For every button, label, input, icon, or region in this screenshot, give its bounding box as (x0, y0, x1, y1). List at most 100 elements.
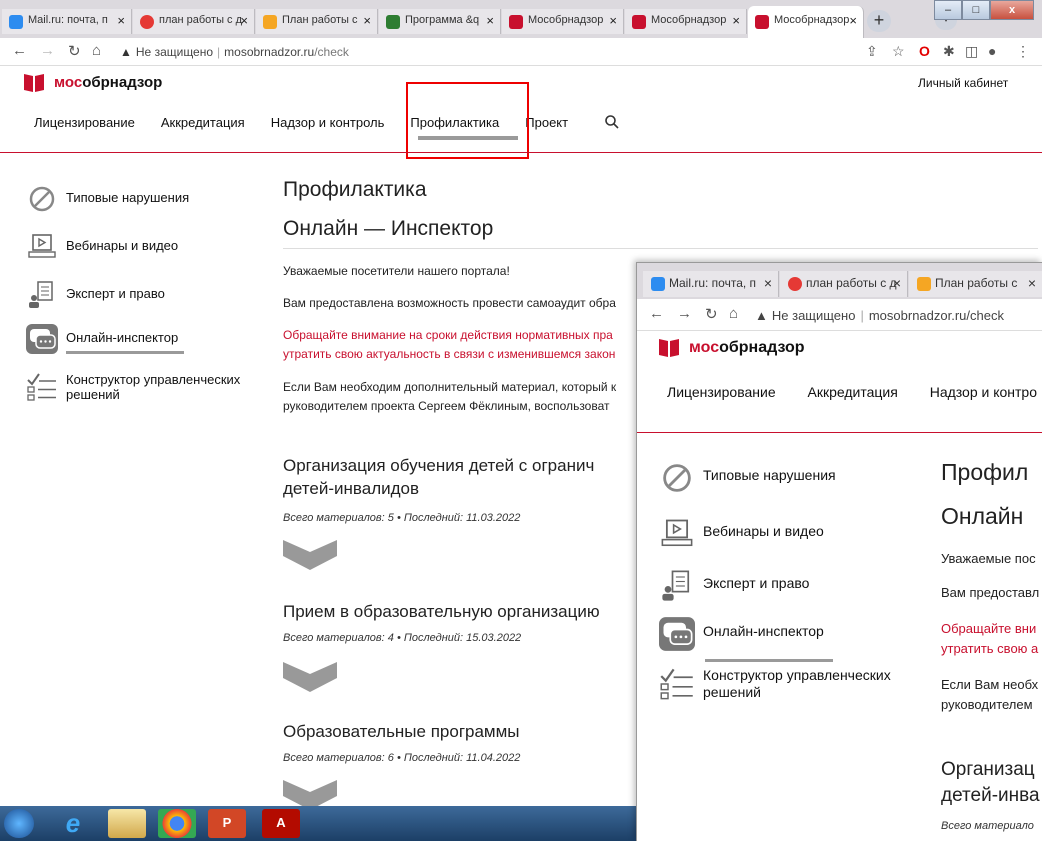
close-tab-icon[interactable]: × (486, 13, 494, 28)
page-subtitle: Онлайн (941, 503, 1024, 529)
nav-licensing[interactable]: Лицензирование (34, 115, 135, 130)
page-title: Профил (941, 459, 1029, 485)
sidebar-item-online-inspector[interactable]: Онлайн-инспектор (26, 324, 178, 354)
back-icon[interactable]: ← (12, 42, 27, 59)
intro-text: Вам предоставл (941, 585, 1040, 600)
personal-cabinet-link[interactable]: Личный кабинет (918, 76, 1008, 90)
checklist-icon (27, 373, 56, 401)
browser-tab[interactable]: план работы с д × (133, 9, 255, 34)
extensions-icon[interactable]: ✱ (943, 43, 955, 60)
sidebar-item-expert[interactable]: Эксперт и право (659, 569, 809, 603)
intro-text: Если Вам необходим дополнительный матери… (283, 380, 617, 394)
chrome-icon[interactable] (158, 809, 196, 838)
browser-tab[interactable]: План работы с × (256, 9, 378, 34)
yandex-icon (140, 15, 154, 29)
sidebar-item-online-inspector[interactable]: Онлайн-инспектор (659, 617, 824, 651)
close-tab-icon[interactable]: × (764, 275, 772, 291)
chevron-down-icon[interactable] (283, 662, 337, 692)
browser-tab[interactable]: План работы с × (909, 271, 1042, 297)
nav-supervision[interactable]: Надзор и контро (930, 384, 1037, 400)
section-title[interactable]: Организац (941, 759, 1035, 781)
close-tab-icon[interactable]: × (363, 13, 371, 28)
browser-tab[interactable]: план работы с д × (780, 271, 908, 297)
close-tab-icon[interactable]: × (849, 13, 857, 28)
sidebar-item-constructor[interactable]: Конструктор управленческих решений (659, 667, 891, 701)
chat-icon (26, 324, 58, 354)
active-sidebar-indicator (705, 659, 833, 662)
close-tab-icon[interactable]: × (1028, 275, 1036, 291)
ie-icon[interactable]: e (54, 809, 92, 838)
warning-icon: ▲ (755, 308, 768, 323)
chevron-down-icon[interactable] (283, 780, 337, 806)
chat-icon (659, 617, 695, 651)
site-logo[interactable]: мособрнадзор (24, 74, 162, 91)
acrobat-icon[interactable]: A (262, 809, 300, 838)
mosobr-icon (509, 15, 523, 29)
warning-text: утратить свою а (941, 641, 1039, 656)
forward-icon[interactable]: → (40, 42, 55, 59)
sidebar-item-violations[interactable]: Типовые нарушения (659, 461, 836, 495)
close-window-button[interactable]: x (990, 0, 1034, 20)
maximize-button[interactable]: □ (962, 0, 990, 20)
browser-tab[interactable]: Мособрнадзор × (625, 9, 747, 34)
browser-tab[interactable]: Mail.ru: почта, п × (2, 9, 132, 34)
site-logo[interactable]: мособрнадзор (659, 339, 805, 357)
search-icon[interactable] (604, 114, 620, 130)
home-icon[interactable]: ⌂ (92, 42, 101, 59)
browser-tab-active[interactable]: Мособрнадзор × (748, 6, 864, 38)
section-title[interactable]: Прием в образовательную организацию (283, 602, 600, 622)
sidebar-item-expert[interactable]: Эксперт и право (26, 280, 165, 310)
expert-icon (662, 570, 690, 601)
start-button[interactable] (4, 809, 34, 838)
subtitle-divider (283, 248, 1038, 249)
sidebar-item-constructor[interactable]: Конструктор управленческих решений (26, 372, 240, 402)
section-title[interactable]: детей-инва (941, 785, 1040, 807)
nav-licensing[interactable]: Лицензирование (667, 384, 776, 400)
sidepanel-icon[interactable]: ◫ (965, 43, 978, 60)
share-icon[interactable]: ⇪ (866, 43, 878, 60)
close-tab-icon[interactable]: × (893, 275, 901, 291)
powerpoint-icon[interactable]: P (208, 809, 246, 838)
chevron-down-icon[interactable] (283, 540, 337, 570)
checklist-icon (660, 668, 693, 700)
url-field[interactable]: ▲ Не защищено | mosobrnadzor.ru/check (755, 308, 1004, 323)
mailru-icon (9, 15, 23, 29)
close-tab-icon[interactable]: × (732, 13, 740, 28)
sidebar-item-webinars[interactable]: Вебинары и видео (659, 517, 824, 551)
close-tab-icon[interactable]: × (240, 13, 248, 28)
opera-icon[interactable]: O (919, 43, 930, 59)
new-tab-button[interactable]: + (867, 10, 891, 32)
close-tab-icon[interactable]: × (117, 13, 125, 28)
tab-strip: Mail.ru: почта, п × план работы с д × План… (0, 0, 1042, 38)
sidebar-item-webinars[interactable]: Вебинары и видео (26, 232, 178, 262)
avatar[interactable]: ● (988, 43, 996, 59)
star-icon[interactable]: ☆ (892, 43, 905, 60)
forward-icon[interactable]: → (677, 305, 692, 322)
home-icon[interactable]: ⌂ (729, 305, 738, 322)
browser-tab[interactable]: Mail.ru: почта, п × (643, 271, 779, 297)
nav-accreditation[interactable]: Аккредитация (808, 384, 898, 400)
explorer-icon[interactable] (108, 809, 146, 838)
close-tab-icon[interactable]: × (609, 13, 617, 28)
minimize-button[interactable]: – (934, 0, 962, 20)
forbidden-icon (663, 464, 691, 492)
reload-icon[interactable]: ↻ (705, 305, 718, 323)
reload-icon[interactable]: ↻ (68, 42, 81, 60)
nav-accreditation[interactable]: Аккредитация (161, 115, 245, 130)
url-field[interactable]: ▲ Не защищено | mosobrnadzor.ru/check (120, 45, 349, 59)
section-title[interactable]: Образовательные программы (283, 722, 520, 742)
nav-project[interactable]: Проект (525, 115, 568, 130)
doc-icon (263, 15, 277, 29)
doc-icon (917, 277, 931, 291)
nav-supervision[interactable]: Надзор и контроль (271, 115, 385, 130)
window-controls: – □ x (934, 0, 1034, 22)
section-meta: Всего материалов: 4 • Последний: 15.03.2… (283, 632, 522, 644)
section-title[interactable]: детей-инвалидов (283, 479, 419, 499)
section-title[interactable]: Организация обучения детей с огранич (283, 456, 594, 476)
browser-tab[interactable]: Мособрнадзор × (502, 9, 624, 34)
back-icon[interactable]: ← (649, 305, 664, 322)
menu-icon[interactable]: ⋮ (1016, 43, 1030, 60)
browser-tab[interactable]: Программа &q × (379, 9, 501, 34)
sidebar-item-violations[interactable]: Типовые нарушения (26, 184, 189, 214)
address-bar: ← → ↻ ⌂ ▲ Не защищено | mosobrnadzor.ru/che… (0, 38, 1042, 66)
